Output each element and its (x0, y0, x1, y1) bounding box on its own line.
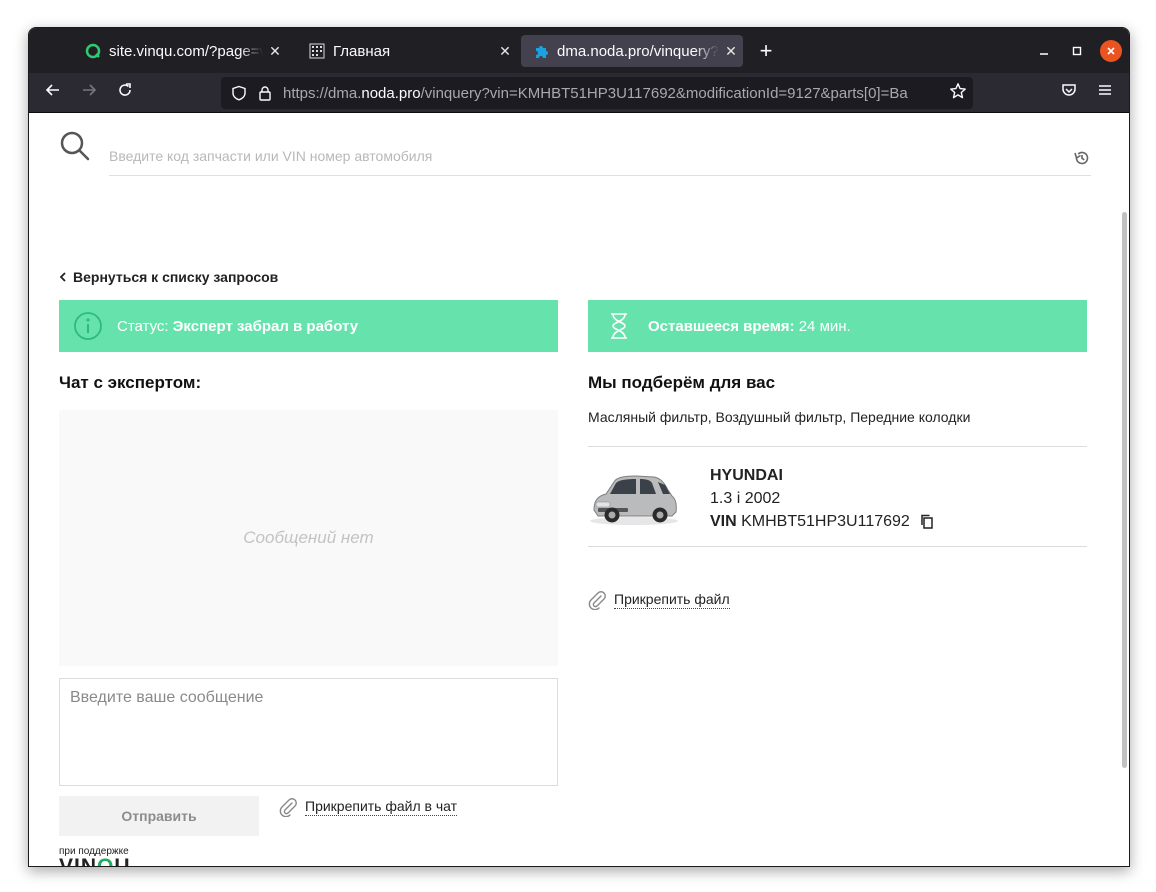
close-icon[interactable]: ✕ (493, 43, 517, 60)
close-icon[interactable]: ✕ (719, 43, 743, 60)
lock-icon[interactable] (257, 85, 273, 101)
attach-chat-label: Прикрепить файл в чат (305, 798, 458, 816)
time-label: Оставшееся время: (648, 317, 795, 335)
selection-title: Мы подберём для вас (588, 373, 776, 392)
search-bar (59, 130, 1093, 176)
vin-label: VIN (710, 513, 737, 530)
powered-by-vinqu: при поддержке VINQU (59, 846, 131, 867)
reload-button[interactable] (113, 81, 137, 105)
address-bar[interactable]: https://dma.noda.pro/vinquery?vin=KMHBT5… (221, 77, 973, 109)
menu-button[interactable] (1093, 81, 1117, 105)
page-scrollbar[interactable] (1122, 212, 1127, 768)
car-image (590, 475, 678, 525)
chat-messages-area: Сообщений нет (59, 410, 558, 666)
bookmark-star-icon[interactable] (949, 82, 967, 105)
tab-strip: site.vinqu.com/?page=vinq ✕ Главная ✕ dm… (29, 28, 1129, 73)
logo-part: Q (97, 855, 115, 867)
hourglass-icon (604, 311, 634, 341)
maximize-button[interactable] (1066, 40, 1088, 62)
send-button[interactable]: Отправить (59, 796, 259, 836)
parts-list: Масляный фильтр, Воздушный фильтр, Перед… (588, 409, 971, 425)
url-text[interactable]: https://dma.noda.pro/vinquery?vin=KMHBT5… (283, 85, 943, 102)
url-prefix: https://dma. (283, 84, 362, 102)
paperclip-icon (279, 798, 297, 817)
chat-message-input[interactable] (59, 678, 558, 786)
url-host: noda.pro (361, 84, 421, 102)
chevron-left-icon (59, 272, 66, 282)
browser-window: site.vinqu.com/?page=vinq ✕ Главная ✕ dm… (28, 27, 1130, 867)
grid-favicon-icon (309, 43, 325, 59)
back-button[interactable] (41, 81, 65, 105)
vinqu-logo[interactable]: VINQU (59, 855, 131, 867)
puzzle-favicon-icon (533, 43, 549, 59)
car-model: 1.3 i 2002 (710, 490, 781, 507)
reload-icon (119, 83, 131, 96)
pocket-button[interactable] (1057, 81, 1081, 105)
chat-empty-text: Сообщений нет (243, 528, 374, 547)
tab-title: site.vinqu.com/?page=vinq (109, 42, 263, 60)
page-content: Вернуться к списку запросов Статус: Эксп… (29, 114, 1129, 867)
divider (588, 546, 1087, 547)
status-value: Эксперт забрал в работу (172, 317, 359, 335)
tab-dma-noda[interactable]: dma.noda.pro/vinquery?vin= ✕ (521, 35, 743, 67)
window-close-button[interactable] (1100, 40, 1122, 62)
attach-file-link[interactable]: Прикрепить файл (588, 590, 730, 610)
car-vin-row: VIN KMHBT51HP3U117692 (710, 510, 934, 533)
attach-file-label: Прикрепить файл (614, 591, 730, 609)
remaining-time-banner: Оставшееся время: 24 мин. (588, 300, 1087, 352)
paperclip-icon (588, 591, 606, 610)
arrow-right-icon (83, 84, 97, 96)
chat-title: Чат с экспертом: (59, 373, 202, 392)
search-underline (109, 175, 1091, 176)
info-icon (73, 311, 103, 341)
tab-title: dma.noda.pro/vinquery?vin= (557, 42, 719, 60)
navigation-bar: https://dma.noda.pro/vinquery?vin=KMHBT5… (29, 73, 1129, 113)
status-banner: Статус: Эксперт забрал в работу (59, 300, 558, 352)
logo-part: U (114, 855, 131, 867)
shield-icon[interactable] (231, 85, 247, 101)
new-tab-button[interactable]: + (753, 38, 779, 64)
vin-value: KMHBT51HP3U117692 (741, 513, 910, 530)
close-icon[interactable]: ✕ (263, 43, 287, 60)
status-label: Статус: (117, 317, 169, 335)
copy-icon[interactable] (920, 514, 934, 530)
car-brand: HYUNDAI (710, 467, 783, 484)
arrow-left-icon (45, 84, 59, 96)
back-to-requests-link[interactable]: Вернуться к списку запросов (59, 269, 278, 285)
tab-main[interactable]: Главная ✕ (297, 35, 517, 67)
history-icon[interactable] (1073, 149, 1091, 167)
minimize-button[interactable] (1033, 40, 1055, 62)
hamburger-menu-icon (1099, 85, 1111, 95)
tab-vinqu[interactable]: site.vinqu.com/?page=vinq ✕ (73, 35, 287, 67)
url-path: /vinquery?vin=KMHBT51HP3U117692&modifica… (420, 84, 908, 102)
car-info: HYUNDAI 1.3 i 2002 VIN KMHBT51HP3U117692 (710, 464, 934, 533)
attach-file-to-chat-link[interactable]: Прикрепить файл в чат (279, 797, 458, 817)
logo-part: VIN (59, 855, 98, 867)
divider (588, 446, 1087, 447)
forward-button[interactable] (77, 81, 101, 105)
back-link-label: Вернуться к списку запросов (73, 269, 279, 285)
search-input[interactable] (109, 148, 1009, 164)
time-value: 24 мин. (798, 317, 851, 335)
pocket-icon (1062, 84, 1076, 96)
vinqu-favicon-icon (85, 43, 101, 59)
search-icon[interactable] (59, 130, 91, 162)
tab-title: Главная (333, 42, 391, 60)
